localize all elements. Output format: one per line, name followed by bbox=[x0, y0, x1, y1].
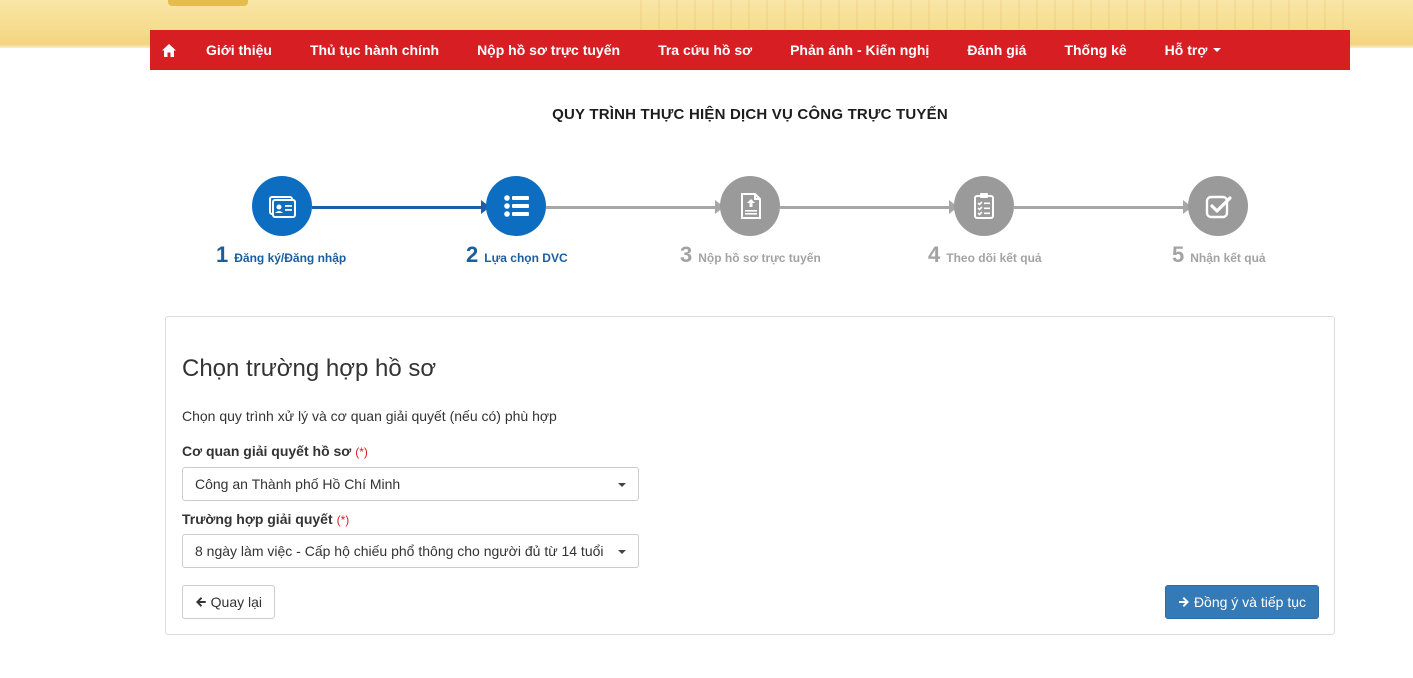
checkbox-checked-icon bbox=[1205, 195, 1232, 219]
clipboard-checklist-icon bbox=[974, 193, 994, 219]
nav-phan-anh-kien-nghi[interactable]: Phản ánh - Kiến nghị bbox=[771, 30, 948, 70]
step-connector-1 bbox=[312, 200, 490, 214]
home-icon bbox=[162, 43, 176, 57]
nav-thu-tuc-hanh-chinh[interactable]: Thủ tục hành chính bbox=[291, 30, 458, 70]
step-5-circle bbox=[1188, 176, 1248, 236]
process-steps: 1 Đăng ký/Đăng nhập 2 Lựa chọn DVC 3 Nộp… bbox=[0, 170, 1413, 280]
nav-danh-gia[interactable]: Đánh giá bbox=[948, 30, 1045, 70]
step-1-circle bbox=[252, 176, 312, 236]
nav-gioi-thieu[interactable]: Giới thiệu bbox=[187, 30, 291, 70]
card-title: Chọn trường hợp hồ sơ bbox=[182, 355, 437, 382]
step-1-label: 1 Đăng ký/Đăng nhập bbox=[216, 242, 347, 267]
step-connector-2 bbox=[546, 200, 724, 214]
nav-nop-ho-so-truc-tuyen[interactable]: Nộp hồ sơ trực tuyến bbox=[458, 30, 639, 70]
caret-down-icon bbox=[618, 550, 626, 554]
caret-down-icon bbox=[1213, 48, 1222, 52]
step-3-label: 3 Nộp hồ sơ trực tuyến bbox=[680, 242, 821, 267]
back-button[interactable]: Quay lại bbox=[182, 585, 275, 619]
nav-tra-cuu-ho-so[interactable]: Tra cứu hồ sơ bbox=[639, 30, 771, 70]
step-4-label: 4 Theo dõi kết quả bbox=[928, 242, 1042, 267]
process-title: QUY TRÌNH THỰC HIỆN DỊCH VỤ CÔNG TRỰC TU… bbox=[552, 106, 948, 123]
step-2-circle bbox=[486, 176, 546, 236]
nav-home[interactable] bbox=[150, 30, 187, 70]
agency-select[interactable]: Công an Thành phố Hồ Chí Minh bbox=[182, 467, 639, 501]
arrow-right-icon bbox=[1178, 597, 1189, 607]
caret-down-icon bbox=[618, 483, 626, 487]
banner-logo bbox=[168, 0, 248, 6]
step-4-circle bbox=[954, 176, 1014, 236]
required-mark: (*) bbox=[355, 445, 368, 459]
step-3-circle bbox=[720, 176, 780, 236]
step-connector-3 bbox=[780, 200, 958, 214]
case-selection-card: Chọn trường hợp hồ sơ Chọn quy trình xử … bbox=[165, 316, 1335, 635]
step-connector-4 bbox=[1014, 200, 1192, 214]
card-description: Chọn quy trình xử lý và cơ quan giải quy… bbox=[182, 408, 557, 424]
case-select[interactable]: 8 ngày làm việc - Cấp hộ chiếu phổ thông… bbox=[182, 534, 639, 568]
required-mark: (*) bbox=[336, 513, 350, 527]
agree-continue-button[interactable]: Đồng ý và tiếp tục bbox=[1165, 585, 1319, 619]
arrow-left-icon bbox=[195, 597, 206, 607]
document-upload-icon bbox=[741, 193, 761, 219]
step-2-label: 2 Lựa chọn DVC bbox=[466, 242, 568, 267]
id-card-icon bbox=[269, 196, 296, 218]
nav-ho-tro[interactable]: Hỗ trợ bbox=[1146, 30, 1241, 70]
main-navbar: Giới thiệu Thủ tục hành chính Nộp hồ sơ … bbox=[150, 30, 1350, 70]
nav-thong-ke[interactable]: Thống kê bbox=[1045, 30, 1145, 70]
case-label: Trường hợp giải quyết (*) bbox=[182, 511, 350, 527]
agency-label: Cơ quan giải quyết hồ sơ (*) bbox=[182, 443, 368, 459]
list-icon bbox=[504, 195, 529, 217]
step-5-label: 5 Nhận kết quả bbox=[1172, 242, 1266, 267]
